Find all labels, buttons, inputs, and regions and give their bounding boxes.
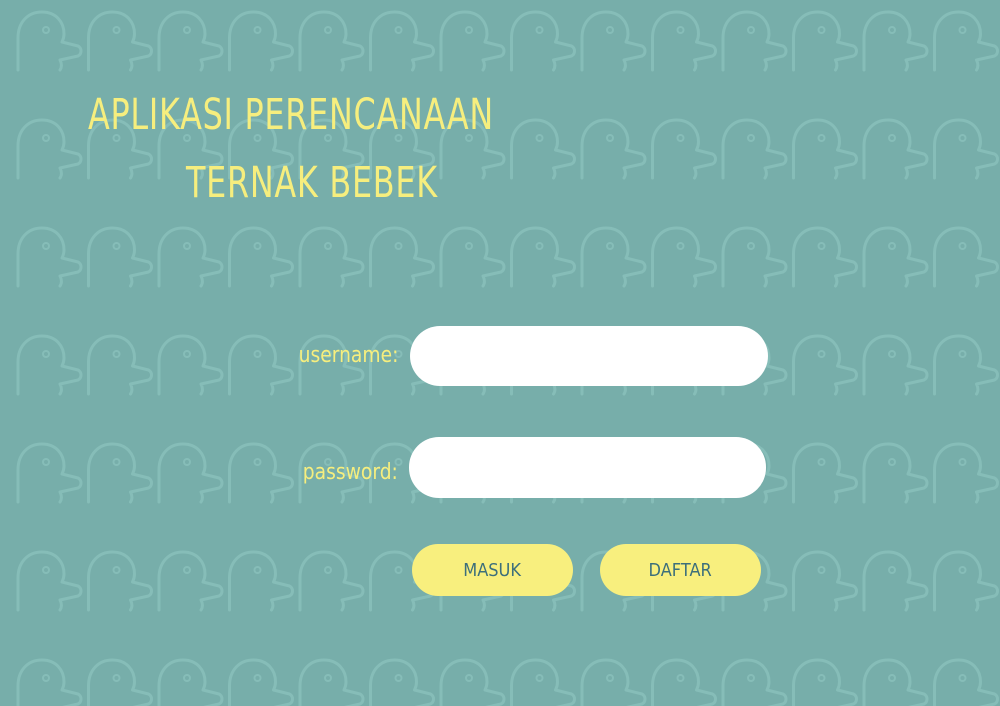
duck-icon — [439, 10, 506, 72]
duck-icon — [862, 550, 929, 612]
duck-icon — [933, 226, 999, 288]
app-title-line-1: APLIKASI PERENCANAAN — [88, 90, 494, 140]
username-label: username: — [298, 343, 398, 368]
duck-icon — [228, 550, 294, 612]
duck-icon — [228, 334, 294, 396]
duck-icon — [439, 226, 506, 288]
duck-icon — [157, 550, 224, 612]
duck-icon — [933, 442, 999, 504]
duck-icon — [298, 226, 365, 288]
duck-icon — [651, 10, 717, 72]
daftar-button[interactable]: DAFTAR — [600, 544, 761, 596]
duck-icon — [157, 658, 224, 706]
duck-icon — [580, 226, 647, 288]
duck-icon — [87, 658, 153, 706]
duck-icon — [792, 442, 858, 504]
duck-icon — [87, 10, 153, 72]
duck-icon — [721, 658, 788, 706]
duck-icon — [933, 658, 999, 706]
duck-icon — [792, 226, 858, 288]
duck-icon — [862, 226, 929, 288]
duck-icon — [157, 334, 224, 396]
duck-icon — [862, 118, 929, 180]
duck-icon — [510, 658, 576, 706]
duck-icon — [16, 10, 83, 72]
duck-icon — [369, 658, 435, 706]
app-title-line-2: TERNAK BEBEK — [186, 158, 438, 208]
duck-icon — [792, 550, 858, 612]
duck-icon — [721, 226, 788, 288]
duck-icon — [721, 10, 788, 72]
duck-icon — [510, 118, 576, 180]
duck-icon — [792, 118, 858, 180]
duck-icon — [792, 334, 858, 396]
duck-icon — [933, 550, 999, 612]
duck-icon — [16, 550, 83, 612]
duck-icon — [933, 118, 999, 180]
duck-icon — [369, 10, 435, 72]
duck-icon — [87, 334, 153, 396]
duck-icon — [439, 658, 506, 706]
duck-icon — [16, 226, 83, 288]
duck-icon — [580, 118, 647, 180]
duck-icon — [862, 10, 929, 72]
duck-icon — [933, 334, 999, 396]
duck-icon — [651, 118, 717, 180]
duck-icon — [157, 226, 224, 288]
duck-icon — [16, 334, 83, 396]
duck-icon — [228, 658, 294, 706]
duck-icon — [792, 10, 858, 72]
duck-icon — [87, 442, 153, 504]
masuk-button[interactable]: MASUK — [412, 544, 573, 596]
duck-icon — [580, 658, 647, 706]
daftar-button-label: DAFTAR — [648, 559, 713, 581]
username-input[interactable] — [410, 326, 768, 386]
duck-icon — [651, 226, 717, 288]
duck-icon — [651, 658, 717, 706]
duck-icon — [580, 10, 647, 72]
duck-icon — [792, 658, 858, 706]
duck-icon — [369, 226, 435, 288]
duck-icon — [510, 10, 576, 72]
duck-icon — [157, 442, 224, 504]
duck-icon — [862, 658, 929, 706]
duck-icon — [298, 658, 365, 706]
duck-icon — [228, 226, 294, 288]
duck-icon — [87, 226, 153, 288]
duck-icon — [862, 334, 929, 396]
duck-icon — [157, 10, 224, 72]
duck-icon — [228, 10, 294, 72]
duck-icon — [933, 10, 999, 72]
duck-icon — [298, 10, 365, 72]
password-label: password: — [302, 460, 398, 485]
duck-icon — [16, 658, 83, 706]
password-input[interactable] — [409, 437, 766, 498]
duck-icon — [862, 442, 929, 504]
duck-icon — [298, 550, 365, 612]
masuk-button-label: MASUK — [463, 559, 522, 581]
duck-icon — [510, 226, 576, 288]
duck-icon — [87, 550, 153, 612]
duck-icon — [228, 442, 294, 504]
duck-icon — [721, 118, 788, 180]
duck-icon — [16, 442, 83, 504]
duck-icon — [16, 118, 83, 180]
